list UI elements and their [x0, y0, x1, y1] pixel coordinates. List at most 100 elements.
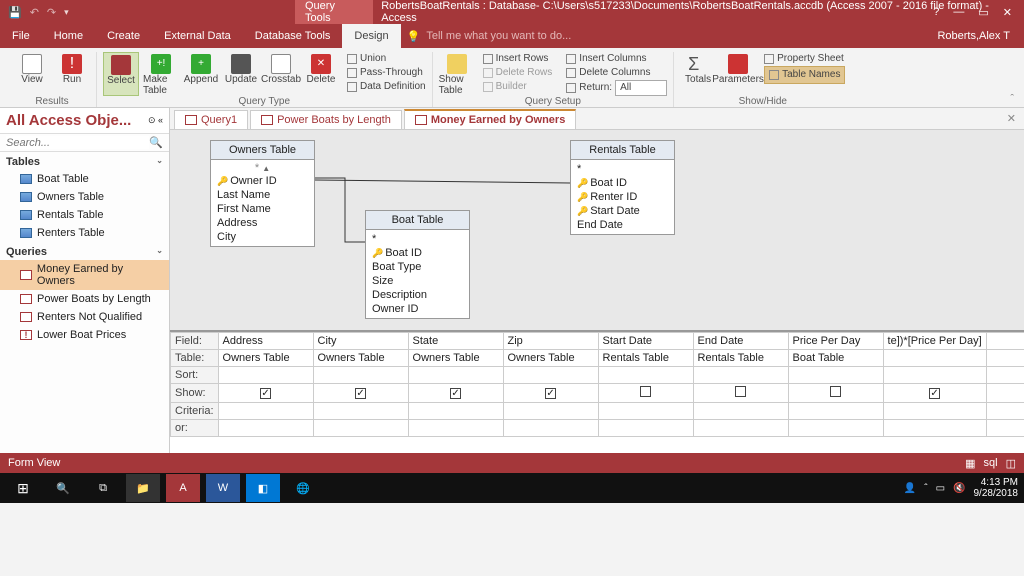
chrome-button[interactable]: 🌐: [286, 474, 320, 502]
show-checkbox[interactable]: ✓: [929, 388, 940, 399]
collapse-ribbon-icon[interactable]: ˆ: [1010, 93, 1014, 105]
taskbar: ⊞ 🔍 ⧉ 📁 A W ◧ 🌐 👤 ˆ ▭ 🔇 4:13 PM9/28/2018: [0, 473, 1024, 503]
passthrough-button[interactable]: Pass-Through: [347, 66, 426, 80]
search-icon[interactable]: 🔍: [149, 136, 163, 149]
query-icon: [20, 312, 32, 322]
nav-dropdown-icon[interactable]: ⊙ «: [148, 115, 163, 126]
design-canvas[interactable]: Owners Table * ▲ Owner ID Last Name Firs…: [170, 130, 1024, 330]
ribbon: View !Run Results Select +!Make Table +A…: [0, 48, 1024, 108]
status-bar: Form View ▦ sql ◫: [0, 453, 1024, 473]
query-icon: [20, 294, 32, 304]
menu-file[interactable]: File: [0, 24, 42, 48]
query-icon: [415, 115, 427, 125]
append-button[interactable]: +Append: [183, 52, 219, 96]
tray-up-icon[interactable]: ˆ: [924, 483, 927, 494]
tray-battery-icon[interactable]: ▭: [936, 483, 945, 494]
delete-query-button[interactable]: ✕Delete: [303, 52, 339, 96]
word-app-button[interactable]: W: [206, 474, 240, 502]
start-button[interactable]: ⊞: [6, 474, 40, 502]
nav-query-item[interactable]: Money Earned by Owners: [0, 260, 169, 290]
insert-rows-button[interactable]: Insert Rows: [483, 52, 553, 66]
tell-me[interactable]: Tell me what you want to do...: [426, 30, 571, 42]
view-button[interactable]: View: [14, 52, 50, 85]
redo-icon[interactable]: ↷: [47, 6, 56, 19]
show-checkbox[interactable]: ✓: [450, 388, 461, 399]
table-icon: [20, 174, 32, 184]
show-checkbox[interactable]: ✓: [355, 388, 366, 399]
nav-group-queries[interactable]: Queries⌄: [0, 242, 169, 260]
menu-external[interactable]: External Data: [152, 24, 243, 48]
document-tabs: Query1 Power Boats by Length Money Earne…: [170, 108, 1024, 130]
datasheet-view-icon[interactable]: ▦: [965, 457, 975, 470]
help-icon[interactable]: ?: [933, 6, 939, 19]
show-table-button[interactable]: Show Table: [439, 52, 475, 96]
nav-table-item[interactable]: Owners Table: [0, 188, 169, 206]
app-button[interactable]: ◧: [246, 474, 280, 502]
qa-dropdown-icon[interactable]: ▾: [64, 7, 69, 18]
table-box-owners[interactable]: Owners Table * ▲ Owner ID Last Name Firs…: [210, 140, 315, 247]
cortana-button[interactable]: 🔍: [46, 474, 80, 502]
query-icon: [261, 115, 273, 125]
menu-dbtools[interactable]: Database Tools: [243, 24, 343, 48]
make-table-button[interactable]: +!Make Table: [143, 52, 179, 96]
undo-icon[interactable]: ↶: [30, 6, 39, 19]
maximize-icon[interactable]: ▭: [978, 6, 988, 19]
tray-volume-icon[interactable]: 🔇: [953, 483, 965, 494]
nav-table-item[interactable]: Renters Table: [0, 224, 169, 242]
nav-table-item[interactable]: Boat Table: [0, 170, 169, 188]
clock[interactable]: 4:13 PM9/28/2018: [974, 477, 1019, 499]
status-text: Form View: [8, 457, 60, 469]
builder-button[interactable]: Builder: [483, 80, 553, 94]
show-checkbox[interactable]: ✓: [260, 388, 271, 399]
sql-view-icon[interactable]: sql: [984, 457, 998, 470]
nav-query-item[interactable]: Renters Not Qualified: [0, 308, 169, 326]
nav-group-tables[interactable]: Tables⌄: [0, 152, 169, 170]
taskview-button[interactable]: ⧉: [86, 474, 120, 502]
nav-title[interactable]: All Access Obje...: [6, 112, 131, 129]
design-grid[interactable]: Field:AddressCityStateZipStart DateEnd D…: [170, 330, 1024, 453]
nav-table-item[interactable]: Rentals Table: [0, 206, 169, 224]
show-checkbox[interactable]: [735, 386, 746, 397]
parameters-button[interactable]: Parameters: [720, 52, 756, 85]
delete-cols-button[interactable]: Delete Columns: [566, 66, 667, 80]
nav-query-item[interactable]: Lower Boat Prices: [0, 326, 169, 344]
explorer-button[interactable]: 📁: [126, 474, 160, 502]
insert-cols-button[interactable]: Insert Columns: [566, 52, 667, 66]
delete-rows-button[interactable]: Delete Rows: [483, 66, 553, 80]
return-selector[interactable]: Return: All: [566, 80, 667, 96]
menu-design[interactable]: Design: [342, 24, 400, 48]
show-checkbox[interactable]: [640, 386, 651, 397]
close-tab-icon[interactable]: ✕: [999, 108, 1024, 129]
update-query-icon: [20, 330, 32, 340]
update-button[interactable]: Update: [223, 52, 259, 96]
property-sheet-button[interactable]: Property Sheet: [764, 52, 845, 66]
show-checkbox[interactable]: [830, 386, 841, 397]
content-area: Query1 Power Boats by Length Money Earne…: [170, 108, 1024, 453]
table-icon: [20, 210, 32, 220]
minimize-icon[interactable]: —: [953, 6, 964, 19]
table-names-button[interactable]: Table Names: [764, 66, 845, 84]
totals-button[interactable]: ΣTotals: [680, 52, 716, 85]
select-query-button[interactable]: Select: [103, 52, 139, 96]
search-input[interactable]: [6, 136, 149, 149]
save-icon[interactable]: 💾: [8, 6, 22, 19]
nav-query-item[interactable]: Power Boats by Length: [0, 290, 169, 308]
close-icon[interactable]: ✕: [1003, 6, 1012, 19]
union-button[interactable]: Union: [347, 52, 426, 66]
doc-tab-active[interactable]: Money Earned by Owners: [404, 109, 576, 129]
tray-people-icon[interactable]: 👤: [904, 483, 916, 494]
datadef-button[interactable]: Data Definition: [347, 80, 426, 94]
design-view-icon[interactable]: ◫: [1006, 457, 1016, 470]
menu-create[interactable]: Create: [95, 24, 152, 48]
doc-tab[interactable]: Power Boats by Length: [250, 110, 402, 129]
access-app-button[interactable]: A: [166, 474, 200, 502]
crosstab-button[interactable]: Crosstab: [263, 52, 299, 96]
doc-tab[interactable]: Query1: [174, 110, 248, 129]
navigation-pane: All Access Obje... ⊙ « 🔍 Tables⌄ Boat Ta…: [0, 108, 170, 453]
user-name[interactable]: Roberts,Alex T: [937, 30, 1010, 42]
run-button[interactable]: !Run: [54, 52, 90, 85]
menu-home[interactable]: Home: [42, 24, 95, 48]
table-box-boat[interactable]: Boat Table * Boat ID Boat Type Size Desc…: [365, 210, 470, 319]
show-checkbox[interactable]: ✓: [545, 388, 556, 399]
table-box-rentals[interactable]: Rentals Table * Boat ID Renter ID Start …: [570, 140, 675, 235]
